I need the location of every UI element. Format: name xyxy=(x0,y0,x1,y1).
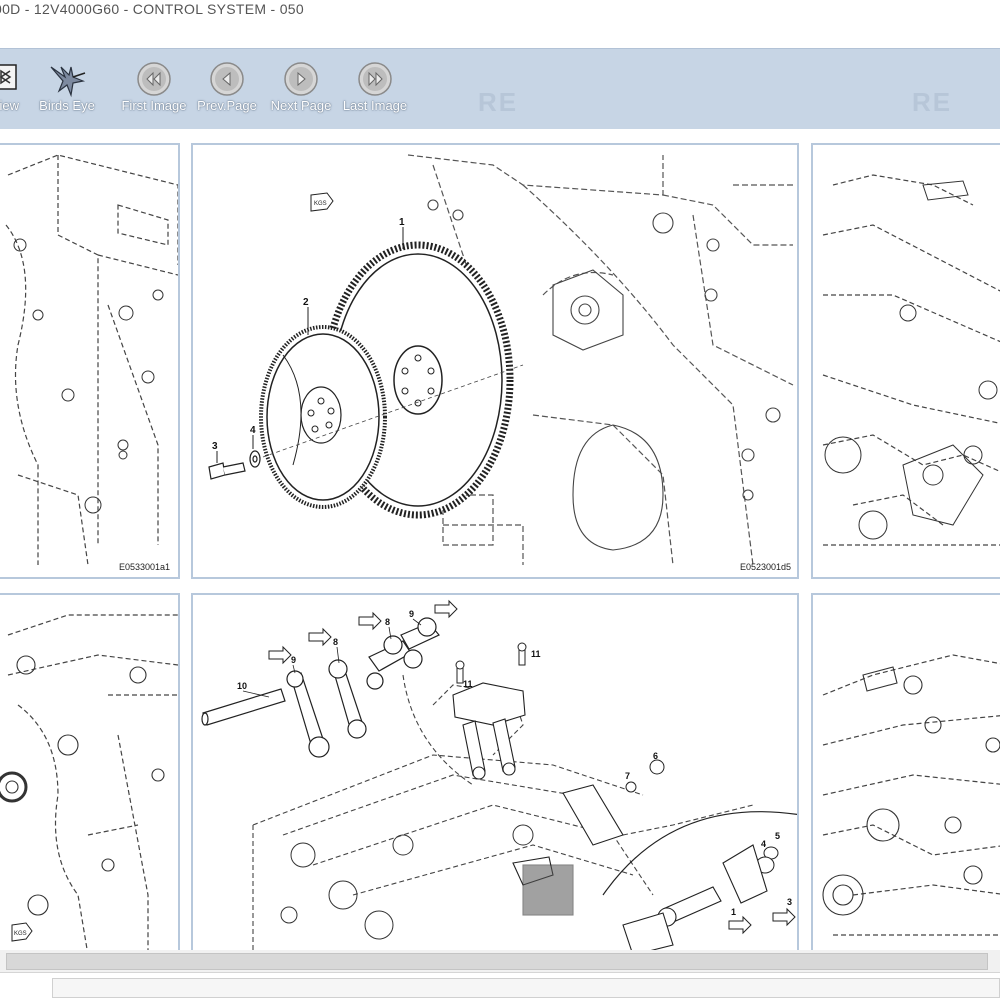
callout-9: 9 xyxy=(291,655,296,665)
callout-1: 1 xyxy=(399,217,405,228)
first-image-label: First Image xyxy=(121,98,187,113)
callout-11: 11 xyxy=(531,649,541,659)
callout-5: 5 xyxy=(775,831,780,841)
toolbar: RE RE View Birds Eye Fir xyxy=(0,48,1000,130)
callout-10: 10 xyxy=(237,681,247,691)
kgs-tag: KGS xyxy=(314,201,327,207)
callout-4: 4 xyxy=(761,839,766,849)
thumbnail-grid: E0533001a1 1 2 3 4 KGS E0523001d5 KGS 10… xyxy=(0,129,1000,953)
callout-11: 11 xyxy=(463,679,473,689)
callout-9: 9 xyxy=(409,609,414,619)
view-icon xyxy=(0,61,20,96)
watermark-logo: RE xyxy=(478,87,519,117)
view-button[interactable]: View xyxy=(0,57,32,123)
callout-3: 3 xyxy=(212,441,218,452)
callout-4: 4 xyxy=(250,425,256,436)
birds-eye-button[interactable]: Birds Eye xyxy=(36,57,98,123)
prev-page-label: Prev.Page xyxy=(197,98,257,113)
status-field xyxy=(52,978,1000,998)
horizontal-scrollbar[interactable] xyxy=(0,950,1000,973)
gear-housing-drawing: KGS xyxy=(0,614,178,951)
first-image-button[interactable]: First Image xyxy=(118,57,190,123)
window-title: 00D - 12V4000G60 - CONTROL SYSTEM - 050 xyxy=(0,1,304,17)
hummingbird-icon xyxy=(47,61,87,102)
next-page-button[interactable]: Next Page xyxy=(266,57,336,123)
callout-8: 8 xyxy=(333,637,338,647)
next-page-label: Next Page xyxy=(270,98,332,113)
left-arrow-icon xyxy=(209,61,245,100)
rocker-arm-drawing: 10 9 8 8 9 11 11 6 7 4 5 1 3 xyxy=(201,599,797,951)
last-image-button[interactable]: Last Image xyxy=(339,57,411,123)
watermark-logo: RE xyxy=(912,87,953,117)
callout-8: 8 xyxy=(385,617,390,627)
callout-7: 7 xyxy=(625,771,630,781)
diagram-thumbnail[interactable] xyxy=(811,143,1000,579)
diagram-thumbnail[interactable]: KGS xyxy=(0,593,180,953)
diagram-code: E0533001a1 xyxy=(118,562,170,572)
birds-eye-label: Birds Eye xyxy=(39,98,95,113)
double-right-arrow-icon xyxy=(357,61,393,100)
window-title-bar: 00D - 12V4000G60 - CONTROL SYSTEM - 050 xyxy=(0,0,1000,22)
callout-1: 1 xyxy=(731,907,736,917)
view-button-label: View xyxy=(0,98,19,113)
callout-6: 6 xyxy=(653,751,658,761)
double-left-arrow-icon xyxy=(136,61,172,100)
menu-gap xyxy=(0,22,1000,48)
diagram-thumbnail[interactable]: E0533001a1 xyxy=(0,143,180,579)
diagram-thumbnail[interactable]: 10 9 8 8 9 11 11 6 7 4 5 1 3 xyxy=(191,593,799,953)
prev-page-button[interactable]: Prev.Page xyxy=(192,57,262,123)
flywheel-gear-drawing: 1 2 3 4 KGS xyxy=(208,154,794,566)
scrollbar-thumb[interactable] xyxy=(6,953,988,970)
callout-2: 2 xyxy=(303,297,309,308)
diagram-code: E0523001d5 xyxy=(739,562,791,572)
engine-housing-drawing xyxy=(822,174,1000,546)
engine-side-drawing xyxy=(822,654,1000,936)
callout-3: 3 xyxy=(787,897,792,907)
diagram-thumbnail[interactable] xyxy=(811,593,1000,953)
engine-block-drawing xyxy=(5,154,178,566)
right-arrow-icon xyxy=(283,61,319,100)
diagram-thumbnail-selected[interactable]: 1 2 3 4 KGS E0523001d5 xyxy=(191,143,799,579)
last-image-label: Last Image xyxy=(342,98,408,113)
kgs-tag: KGS xyxy=(14,931,27,937)
